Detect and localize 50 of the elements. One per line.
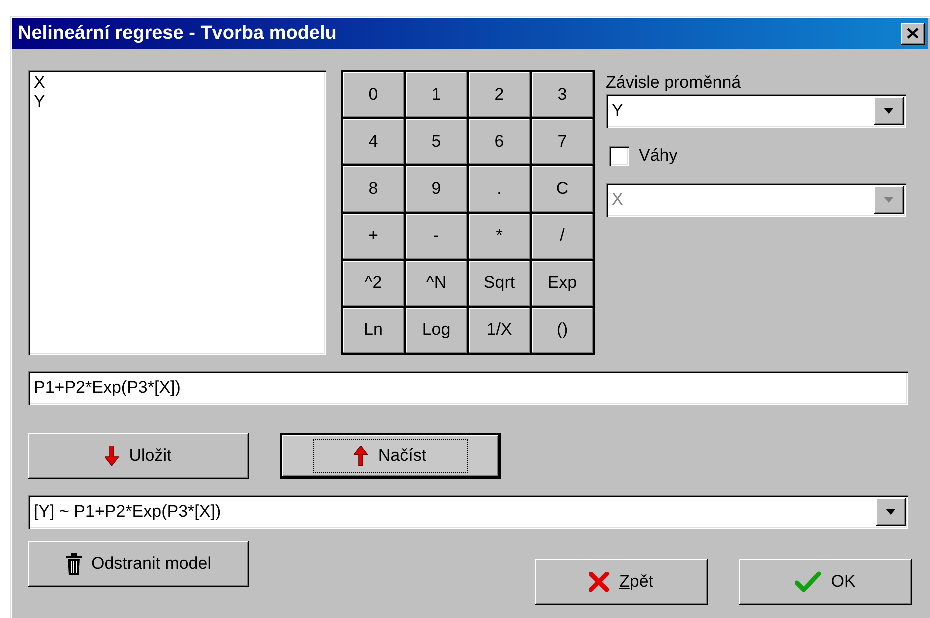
keypad-key[interactable]: 5 xyxy=(406,119,467,164)
keypad-key[interactable]: Sqrt xyxy=(469,260,530,306)
keypad-key[interactable]: + xyxy=(343,214,404,259)
keypad-key[interactable]: () xyxy=(532,308,593,353)
keypad-key[interactable]: 3 xyxy=(532,72,593,118)
keypad-key[interactable]: / xyxy=(532,214,593,259)
keypad-key[interactable]: Log xyxy=(406,308,467,353)
window-title: Nelineární regrese - Tvorba modelu xyxy=(18,22,337,44)
dependent-variable-dropdown[interactable]: Y xyxy=(606,94,906,128)
model-dropdown[interactable]: [Y] ~ P1+P2*Exp(P3*[X]) xyxy=(28,495,908,529)
dropdown-button[interactable] xyxy=(874,97,904,125)
keypad-key[interactable]: 2 xyxy=(469,72,530,118)
keypad-key[interactable]: ^N xyxy=(406,260,467,306)
remove-model-button[interactable]: Odstranit model xyxy=(28,541,249,587)
keypad-key[interactable]: 8 xyxy=(343,166,404,212)
dropdown-button[interactable] xyxy=(876,498,906,526)
weights-checkbox[interactable] xyxy=(609,146,629,166)
keypad-key[interactable]: 0 xyxy=(343,72,404,118)
ok-button[interactable]: OK xyxy=(739,559,912,605)
keypad-key[interactable]: 1/X xyxy=(469,308,530,353)
checkbox-label: Váhy xyxy=(639,146,678,166)
field-label: Závisle proměnná xyxy=(606,72,742,94)
up-arrow-icon xyxy=(354,446,368,466)
cancel-button[interactable]: Zpět xyxy=(535,559,708,605)
checkmark-icon xyxy=(795,571,822,593)
keypad-key[interactable]: 7 xyxy=(532,119,593,164)
dropdown-arrow-icon xyxy=(884,197,894,203)
variable-item[interactable]: X xyxy=(32,73,48,92)
formula-field[interactable]: P1+P2*Exp(P3*[X]) xyxy=(28,371,908,405)
load-button[interactable]: Načíst xyxy=(280,433,501,479)
keypad-key[interactable]: 4 xyxy=(343,119,404,164)
down-arrow-icon xyxy=(105,446,120,466)
keypad-key[interactable]: Exp xyxy=(532,260,593,306)
close-icon xyxy=(907,28,919,39)
keypad-key[interactable]: ^2 xyxy=(343,260,404,306)
keypad-key[interactable]: * xyxy=(469,214,530,259)
dropdown-arrow-icon xyxy=(886,509,896,515)
keypad-key[interactable]: . xyxy=(469,166,530,212)
trash-icon xyxy=(66,553,82,575)
keypad-key[interactable]: 1 xyxy=(406,72,467,118)
keypad-key[interactable]: Ln xyxy=(343,308,404,353)
keypad-key[interactable]: 6 xyxy=(469,119,530,164)
close-button[interactable] xyxy=(901,22,925,44)
keypad-key[interactable]: - xyxy=(406,214,467,259)
variable-item[interactable]: Y xyxy=(32,92,48,111)
cross-icon xyxy=(589,572,610,592)
keypad-key[interactable]: C xyxy=(532,166,593,212)
dropdown-arrow-icon xyxy=(884,108,894,114)
keypad-key[interactable]: 9 xyxy=(406,166,467,212)
save-button[interactable]: Uložit xyxy=(28,433,249,479)
